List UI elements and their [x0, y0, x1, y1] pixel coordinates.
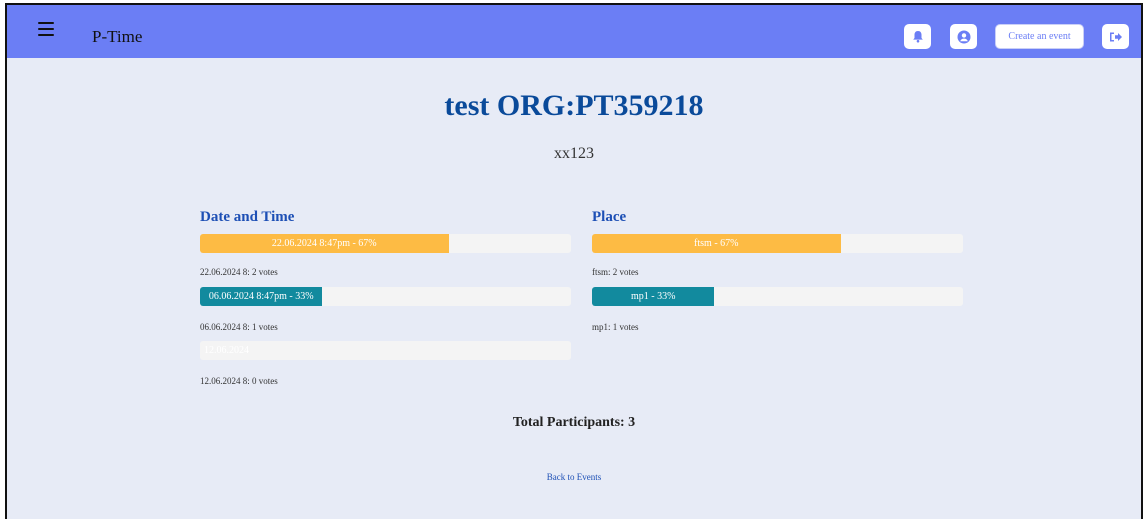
event-subtitle: xx123: [554, 145, 594, 162]
date-section-title: Date and Time: [200, 209, 295, 225]
date-option-fill: 12.06.2024: [204, 345, 249, 356]
user-circle-icon: [957, 30, 970, 43]
place-option-fill: mp1 - 33%: [592, 287, 715, 306]
date-option-bar: 06.06.2024 8:47pm - 33%: [200, 287, 571, 306]
total-participants: Total Participants: 3: [512, 415, 636, 430]
date-option-votes: 06.06.2024 8: 1 votes: [200, 322, 278, 332]
date-option-fill: 22.06.2024 8:47pm - 67%: [200, 234, 449, 253]
place-section-title: Place: [592, 209, 627, 225]
date-option-fill: 06.06.2024 8:47pm - 33%: [200, 287, 323, 306]
brand-title[interactable]: P-Time: [92, 27, 142, 47]
date-option-votes: 12.06.2024 8: 0 votes: [200, 376, 278, 386]
place-option-bar: mp1 - 33%: [592, 287, 963, 306]
place-option-fill: ftsm - 67%: [592, 234, 841, 253]
create-event-button[interactable]: Create an event: [995, 24, 1084, 49]
page-title: test ORG:PT359218: [444, 89, 704, 122]
back-to-events-link[interactable]: Back to Events: [7, 472, 1141, 482]
notifications-button[interactable]: [904, 24, 931, 49]
date-option-bar: 12.06.2024: [200, 341, 571, 360]
date-option-bar: 22.06.2024 8:47pm - 67%: [200, 234, 571, 253]
place-option-votes: ftsm: 2 votes: [592, 267, 639, 277]
date-option-votes: 22.06.2024 8: 2 votes: [200, 267, 278, 277]
menu-icon[interactable]: [38, 22, 54, 36]
profile-button[interactable]: [950, 24, 977, 49]
place-option-bar: ftsm - 67%: [592, 234, 963, 253]
place-option-votes: mp1: 1 votes: [592, 322, 639, 332]
bell-icon: [912, 31, 923, 43]
app-frame: P-Time Create an event test ORG:PT359218…: [5, 3, 1143, 519]
navbar: P-Time Create an event: [7, 5, 1141, 58]
logout-icon: [1109, 32, 1122, 41]
logout-button[interactable]: [1102, 24, 1129, 49]
